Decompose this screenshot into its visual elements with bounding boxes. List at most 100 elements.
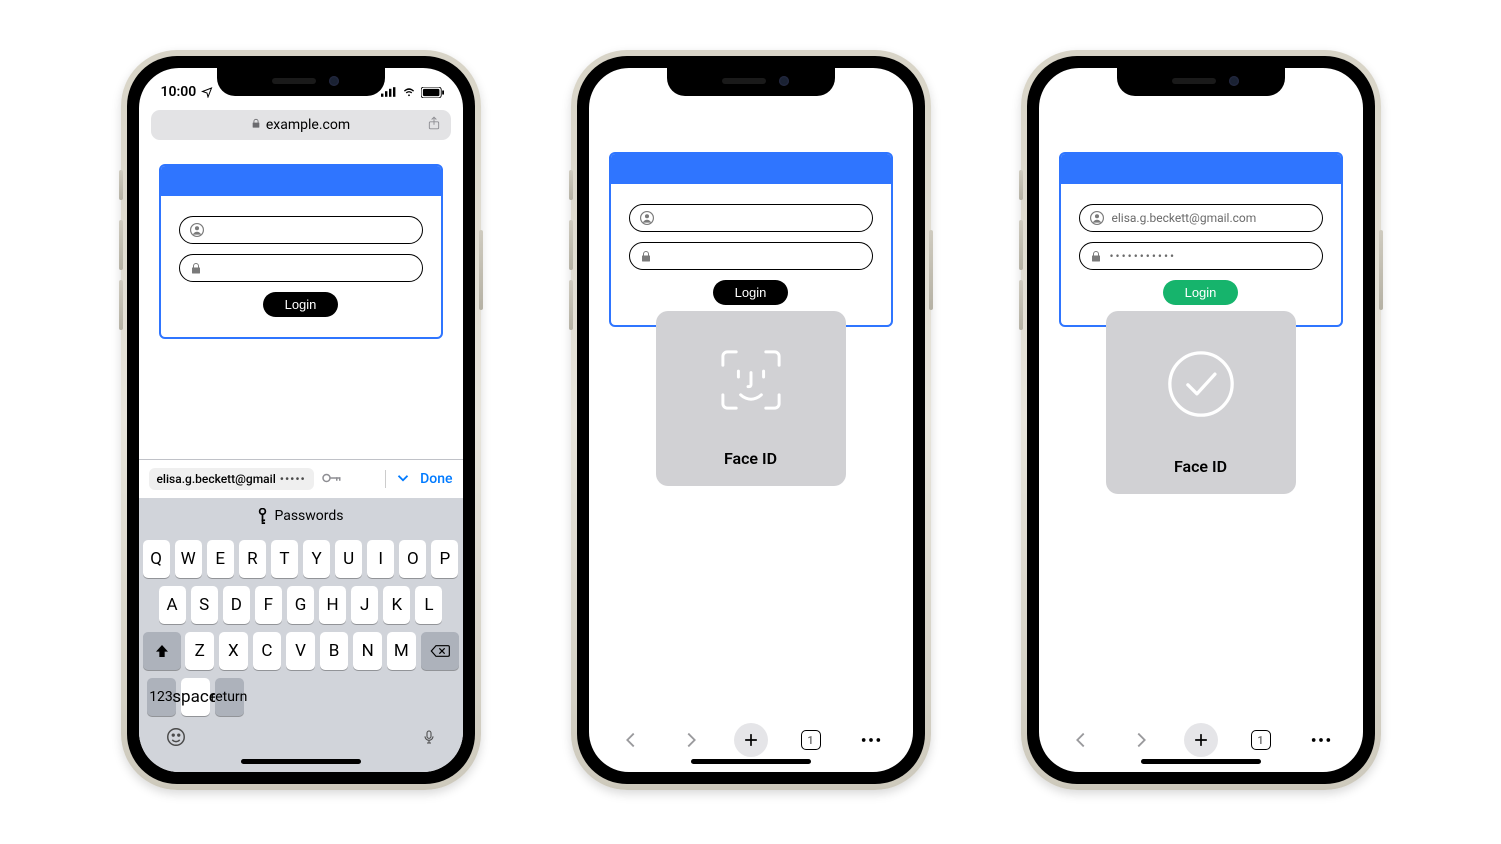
keyboard-row-3: ZXCVBNM xyxy=(143,632,459,670)
emoji-key[interactable] xyxy=(165,726,187,752)
lock-icon xyxy=(190,262,202,275)
numbers-key[interactable]: 123 xyxy=(147,678,176,716)
mic-key[interactable] xyxy=(421,726,437,752)
phone-notch xyxy=(217,68,385,96)
user-icon xyxy=(1090,211,1104,225)
phone-notch xyxy=(667,68,835,96)
key-z[interactable]: Z xyxy=(185,632,214,670)
tab-count: 1 xyxy=(807,734,813,747)
checkmark-circle-icon xyxy=(1160,343,1242,429)
autofill-email: elisa.g.beckett@gmail xyxy=(157,472,276,486)
username-field[interactable] xyxy=(179,216,423,244)
faceid-label: Face ID xyxy=(724,449,777,468)
key-y[interactable]: Y xyxy=(303,540,330,578)
return-key[interactable]: return xyxy=(215,678,244,716)
url-bar[interactable]: example.com xyxy=(151,110,451,140)
backspace-key[interactable] xyxy=(421,632,459,670)
share-icon[interactable] xyxy=(427,115,441,135)
phone-mock-3: elisa.g.beckett@gmail.com ••••••••••• Lo… xyxy=(1021,50,1381,790)
login-button[interactable]: Login xyxy=(1163,280,1239,305)
login-button[interactable]: Login xyxy=(713,280,789,305)
key-f[interactable]: F xyxy=(255,586,282,624)
more-button[interactable] xyxy=(1304,723,1338,757)
user-icon xyxy=(190,223,204,237)
chevron-down-icon[interactable] xyxy=(394,469,412,490)
back-button[interactable] xyxy=(614,723,648,757)
key-g[interactable]: G xyxy=(287,586,314,624)
username-field[interactable]: elisa.g.beckett@gmail.com xyxy=(1079,204,1323,232)
lock-icon xyxy=(1090,250,1102,263)
key-v[interactable]: V xyxy=(286,632,315,670)
keyboard-row-1: QWERTYUIOP xyxy=(143,540,459,578)
battery-icon xyxy=(421,87,445,98)
password-value: ••••••••••• xyxy=(1110,249,1177,263)
faceid-label: Face ID xyxy=(1174,457,1227,476)
keyboard-row-2: ASDFGHJKL xyxy=(143,586,459,624)
key-icon[interactable] xyxy=(322,472,342,487)
faceid-overlay: Face ID xyxy=(656,311,846,486)
login-card: Login xyxy=(159,164,443,339)
key-d[interactable]: D xyxy=(223,586,250,624)
autofill-suggestion[interactable]: elisa.g.beckett@gmail ••••• xyxy=(149,468,314,490)
wifi-icon xyxy=(401,87,417,98)
password-field[interactable] xyxy=(179,254,423,282)
key-c[interactable]: C xyxy=(253,632,282,670)
key-b[interactable]: B xyxy=(320,632,349,670)
key-t[interactable]: T xyxy=(271,540,298,578)
key-a[interactable]: A xyxy=(159,586,186,624)
keyboard-area: elisa.g.beckett@gmail ••••• Done Passwor… xyxy=(139,459,463,772)
username-value: elisa.g.beckett@gmail.com xyxy=(1112,211,1257,225)
key-n[interactable]: N xyxy=(353,632,382,670)
key-icon xyxy=(257,508,268,524)
password-field[interactable] xyxy=(629,242,873,270)
forward-button[interactable] xyxy=(1124,723,1158,757)
passwords-button[interactable]: Passwords xyxy=(139,498,463,534)
key-r[interactable]: R xyxy=(239,540,266,578)
key-q[interactable]: Q xyxy=(143,540,170,578)
location-icon xyxy=(201,86,213,98)
more-button[interactable] xyxy=(854,723,888,757)
space-key[interactable]: space xyxy=(181,678,210,716)
home-indicator[interactable] xyxy=(241,759,361,764)
home-indicator[interactable] xyxy=(1141,759,1261,764)
key-s[interactable]: S xyxy=(191,586,218,624)
lock-icon xyxy=(640,250,652,263)
user-icon xyxy=(640,211,654,225)
autofill-dots: ••••• xyxy=(280,472,306,486)
phone-notch xyxy=(1117,68,1285,96)
key-e[interactable]: E xyxy=(207,540,234,578)
phone-mock-2: Login Face ID xyxy=(571,50,931,790)
new-tab-button[interactable] xyxy=(734,723,768,757)
tab-count: 1 xyxy=(1257,734,1263,747)
shift-key[interactable] xyxy=(143,632,181,670)
faceid-icon xyxy=(714,343,788,421)
password-field[interactable]: ••••••••••• xyxy=(1079,242,1323,270)
tabs-button[interactable]: 1 xyxy=(1244,723,1278,757)
passwords-label: Passwords xyxy=(274,508,343,524)
back-button[interactable] xyxy=(1064,723,1098,757)
key-w[interactable]: W xyxy=(175,540,202,578)
login-button[interactable]: Login xyxy=(263,292,339,317)
key-u[interactable]: U xyxy=(335,540,362,578)
url-domain: example.com xyxy=(266,117,350,133)
key-x[interactable]: X xyxy=(219,632,248,670)
key-l[interactable]: L xyxy=(415,586,442,624)
username-field[interactable] xyxy=(629,204,873,232)
home-indicator[interactable] xyxy=(691,759,811,764)
key-o[interactable]: O xyxy=(399,540,426,578)
done-button[interactable]: Done xyxy=(420,471,452,487)
key-m[interactable]: M xyxy=(387,632,416,670)
login-card: elisa.g.beckett@gmail.com ••••••••••• Lo… xyxy=(1059,152,1343,327)
tabs-button[interactable]: 1 xyxy=(794,723,828,757)
key-j[interactable]: J xyxy=(351,586,378,624)
phone-mock-1: 10:00 example.com xyxy=(121,50,481,790)
key-k[interactable]: K xyxy=(383,586,410,624)
new-tab-button[interactable] xyxy=(1184,723,1218,757)
forward-button[interactable] xyxy=(674,723,708,757)
key-h[interactable]: H xyxy=(319,586,346,624)
status-time: 10:00 xyxy=(161,84,197,100)
login-card: Login xyxy=(609,152,893,327)
key-i[interactable]: I xyxy=(367,540,394,578)
key-p[interactable]: P xyxy=(431,540,458,578)
cellular-icon xyxy=(381,87,397,97)
